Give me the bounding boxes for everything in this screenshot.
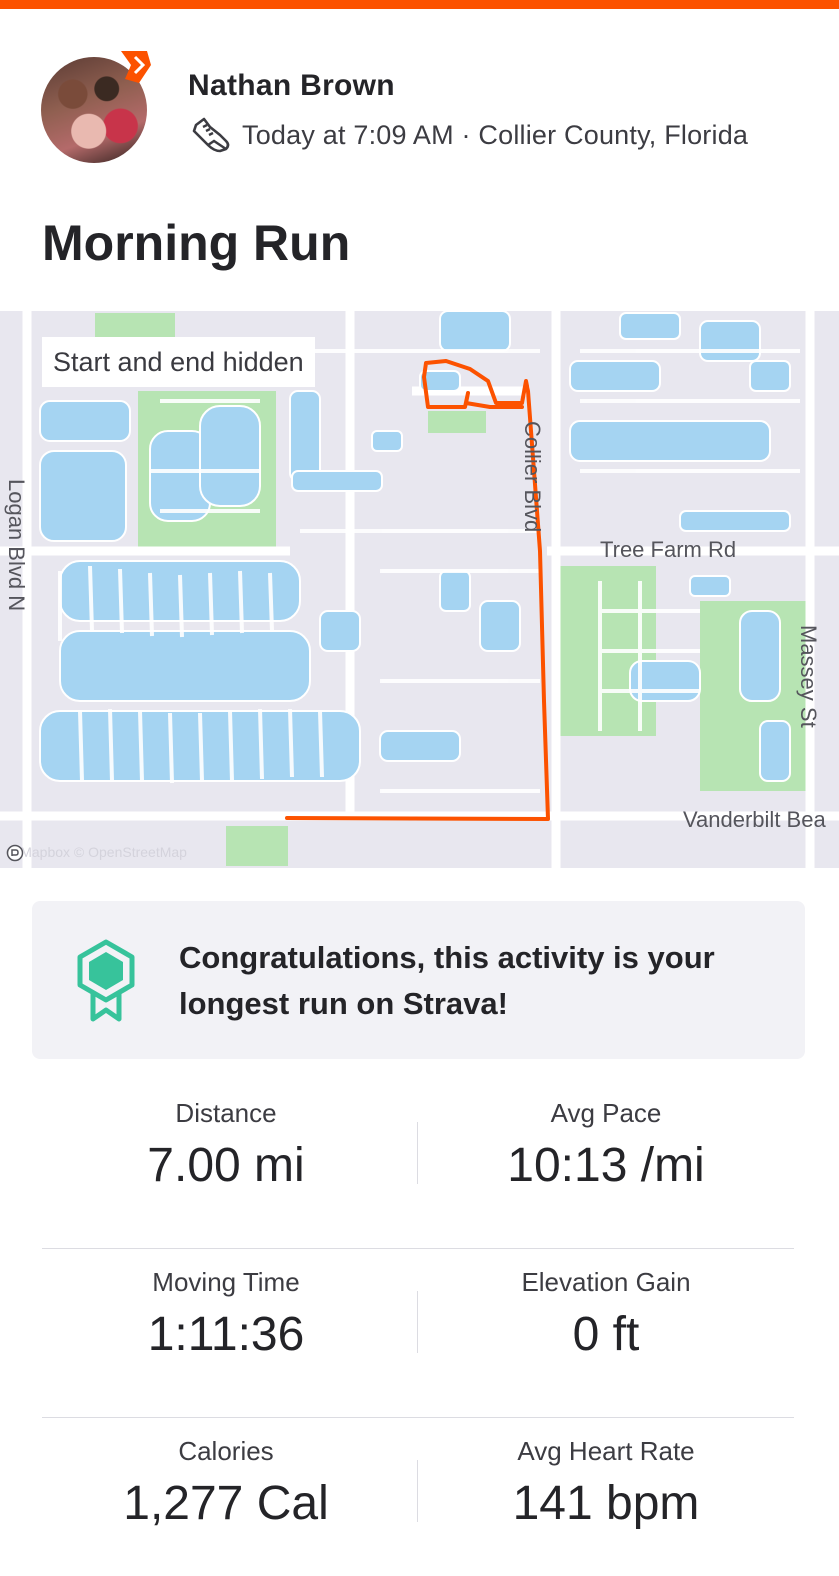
route-map[interactable]: Start and end hidden Logan Blvd N Collie…	[0, 311, 839, 868]
stat-avg-heart-rate: Avg Heart Rate 141 bpm	[418, 1418, 794, 1532]
stats-grid: Distance 7.00 mi Avg Pace 10:13 /mi Movi…	[42, 1080, 794, 1576]
stat-value: 1,277 Cal	[123, 1477, 329, 1530]
stat-value: 0 ft	[572, 1308, 640, 1361]
street-label-logan: Logan Blvd N	[4, 479, 29, 612]
activity-meta: Today at 7:09 AM · Collier County, Flori…	[190, 115, 748, 155]
stats-row: Distance 7.00 mi Avg Pace 10:13 /mi	[42, 1080, 794, 1249]
street-label-massey: Massey St	[796, 625, 821, 728]
stat-label: Elevation Gain	[521, 1267, 691, 1297]
stat-avg-pace: Avg Pace 10:13 /mi	[418, 1080, 794, 1194]
stats-row: Moving Time 1:11:36 Elevation Gain 0 ft	[42, 1249, 794, 1418]
accent-top-bar	[0, 0, 839, 9]
stat-label: Calories	[178, 1436, 274, 1466]
achievement-medal-icon	[77, 939, 135, 1022]
attribution-text: © Mapbox © OpenStreetMap	[6, 844, 187, 860]
achievement-text: Congratulations, this activity is your l…	[179, 940, 715, 1021]
stat-value: 7.00 mi	[147, 1139, 305, 1192]
stat-calories: Calories 1,277 Cal	[42, 1418, 410, 1532]
stat-label: Avg Pace	[550, 1098, 662, 1128]
stat-value: 1:11:36	[147, 1308, 305, 1361]
stat-value: 141 bpm	[512, 1477, 700, 1530]
stats-row: Calories 1,277 Cal Avg Heart Rate 141 bp…	[42, 1418, 794, 1576]
strava-chevron-icon	[121, 51, 151, 83]
map-canvas	[0, 311, 839, 868]
map-attribution[interactable]: © Mapbox © OpenStreetMap	[6, 844, 187, 862]
stat-distance: Distance 7.00 mi	[42, 1080, 410, 1194]
street-label-vanderbilt: Vanderbilt Bea	[683, 807, 826, 832]
stat-label: Avg Heart Rate	[517, 1436, 695, 1466]
mapbox-logo-icon	[6, 844, 24, 862]
achievement-card[interactable]: Congratulations, this activity is your l…	[32, 901, 805, 1059]
activity-title: Morning Run	[42, 215, 351, 271]
athlete-name[interactable]: Nathan Brown	[188, 69, 395, 103]
stat-label: Moving Time	[152, 1267, 300, 1297]
street-label-tree-farm: Tree Farm Rd	[600, 537, 737, 562]
stat-moving-time: Moving Time 1:11:36	[42, 1249, 410, 1363]
running-shoe-icon	[192, 117, 230, 153]
stat-value: 10:13 /mi	[507, 1139, 705, 1192]
privacy-label: Start and end hidden	[42, 337, 315, 387]
stat-elevation-gain: Elevation Gain 0 ft	[418, 1249, 794, 1363]
athlete-avatar[interactable]	[41, 49, 153, 163]
street-label-collier: Collier Blvd	[520, 421, 545, 533]
activity-date-location: Today at 7:09 AM · Collier County, Flori…	[242, 119, 749, 150]
stat-label: Distance	[175, 1098, 277, 1128]
activity-header: Nathan Brown Today at 7:09 AM · Collier …	[0, 9, 839, 304]
